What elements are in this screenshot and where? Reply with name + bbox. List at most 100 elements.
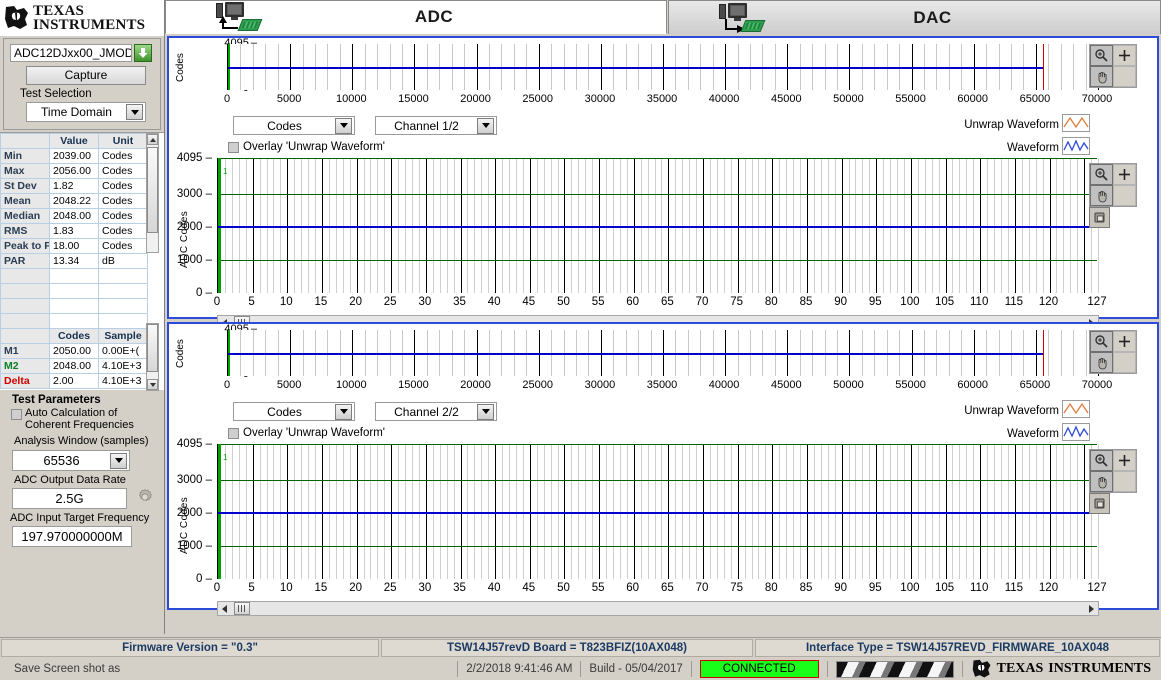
x-tick-label: 25	[383, 582, 397, 594]
unit-combo-value: Codes	[267, 404, 302, 419]
x-tick-label: 45000	[771, 379, 802, 391]
overlay-unwrap-checkbox[interactable]	[228, 142, 239, 153]
marker-scrollbar[interactable]	[146, 323, 159, 391]
plus-icon[interactable]	[1113, 164, 1136, 185]
y-tick-label: 4095 –	[176, 152, 212, 164]
x-tick-label: 20	[349, 582, 362, 594]
chevron-down-icon[interactable]	[335, 117, 352, 134]
left-control-column: TEXAS INSTRUMENTS ADC12DJxx00_JMODE Capt…	[0, 0, 165, 634]
x-tick-label: 70	[695, 296, 709, 308]
pan-hand-icon[interactable]	[1090, 66, 1113, 87]
waveform-plot-area[interactable]: 1	[217, 444, 1099, 579]
fit-window-icon[interactable]	[1089, 493, 1110, 514]
chevron-down-icon[interactable]	[477, 403, 494, 420]
plot-zoom-toolbar[interactable]	[1089, 330, 1137, 374]
plus-icon[interactable]	[1113, 45, 1136, 66]
input-frequency-label: ADC Input Target Frequency	[10, 512, 150, 524]
ti-brand-line2: INSTRUMENTS	[1048, 661, 1151, 676]
fit-window-icon[interactable]	[1089, 207, 1110, 228]
legend-swatch-waveform[interactable]	[1062, 423, 1090, 441]
tab-dac[interactable]: DAC	[668, 0, 1161, 34]
ti-logo: TEXAS INSTRUMENTS	[0, 0, 164, 36]
unit-combo[interactable]: Codes	[233, 116, 355, 135]
cursor-red[interactable]	[1042, 44, 1044, 90]
x-tick-label: 15000	[398, 379, 429, 391]
device-select-field[interactable]: ADC12DJxx00_JMODE	[10, 44, 132, 62]
overview-plot-area[interactable]	[227, 330, 1099, 376]
y-tick-label: 3000 –	[176, 188, 212, 201]
legend-swatch-unwrap[interactable]	[1062, 114, 1090, 132]
cursor-red[interactable]	[1042, 330, 1044, 376]
plot-zoom-toolbar[interactable]	[1089, 163, 1137, 207]
legend-swatch-unwrap[interactable]	[1062, 400, 1090, 418]
x-tick-label: 100	[900, 582, 920, 594]
pan-hand-icon[interactable]	[1090, 185, 1113, 206]
ti-brand-line1: TEXAS	[996, 661, 1044, 676]
zoom-icon[interactable]	[1090, 331, 1113, 352]
plus-icon[interactable]	[1113, 331, 1136, 352]
capture-button[interactable]: Capture	[26, 66, 146, 85]
overlay-unwrap-checkbox[interactable]	[228, 428, 239, 439]
marker-sample: 4.10E+3	[98, 373, 148, 389]
output-rate-value: 2.5G	[55, 491, 84, 506]
marker-scrollbar-thumb[interactable]	[147, 324, 158, 372]
pan-hand-icon[interactable]	[1090, 471, 1113, 492]
tab-adc[interactable]: ADC	[165, 0, 667, 34]
stat-unit: Codes	[98, 223, 148, 239]
x-tick-label: 10	[279, 582, 293, 594]
stat-value: 2048.00	[49, 208, 99, 224]
chevron-down-icon[interactable]	[477, 117, 494, 134]
x-tick-label: 90	[834, 582, 847, 594]
legend-swatch-waveform[interactable]	[1062, 137, 1090, 155]
waveform-horizontal-scrollbar[interactable]	[217, 601, 1099, 616]
x-tick-label: 105	[935, 296, 955, 308]
pan-hand-icon[interactable]	[1090, 352, 1113, 373]
analysis-window-combo[interactable]: 65536	[12, 450, 130, 471]
scroll-left-button[interactable]	[218, 602, 231, 615]
plus-icon[interactable]	[1113, 450, 1136, 471]
scroll-down-button[interactable]	[147, 379, 158, 390]
plot-zoom-toolbar[interactable]	[1089, 449, 1137, 493]
x-tick-label: 60000	[957, 93, 988, 105]
test-selection-combo[interactable]: Time Domain	[26, 102, 146, 122]
input-frequency-field[interactable]: 197.970000000M	[12, 526, 132, 547]
x-tick-label: 90	[834, 296, 847, 308]
waveform-trace	[228, 353, 1043, 355]
zoom-icon[interactable]	[1090, 164, 1113, 185]
chevron-down-icon[interactable]	[110, 452, 127, 469]
scrollbar-thumb[interactable]	[234, 602, 250, 615]
scroll-right-button[interactable]	[1085, 602, 1098, 615]
chevron-down-icon[interactable]	[126, 104, 143, 120]
device-control-box: ADC12DJxx00_JMODE Capture Test Selection…	[3, 38, 161, 130]
table-row	[0, 283, 148, 299]
channel-combo[interactable]: Channel 2/2	[375, 402, 497, 421]
marker-sample: 4.10E+3	[98, 358, 148, 374]
zoom-icon[interactable]	[1090, 450, 1113, 471]
scrollbar-thumb[interactable]	[147, 147, 158, 233]
unit-combo[interactable]: Codes	[233, 402, 355, 421]
table-row: Mean 2048.22 Codes	[0, 193, 148, 209]
x-tick-label: 50000	[833, 93, 864, 105]
gear-icon[interactable]	[136, 488, 154, 506]
waveform-plot-area[interactable]: 1	[217, 158, 1099, 293]
overview-plot-area[interactable]	[227, 44, 1099, 90]
stat-label: Peak to P	[0, 238, 50, 254]
auto-calculation-checkbox[interactable]	[11, 409, 22, 420]
scroll-up-button[interactable]	[147, 134, 158, 145]
x-tick-label: 100	[900, 296, 920, 308]
save-screenshot-label[interactable]: Save Screen shot as	[14, 663, 120, 675]
channel-combo-value: Channel 2/2	[394, 404, 459, 419]
statistics-scrollbar[interactable]	[146, 133, 159, 253]
channel-combo[interactable]: Channel 1/2	[375, 116, 497, 135]
output-rate-field[interactable]: 2.5G	[12, 488, 127, 509]
green-down-arrow-icon[interactable]	[134, 44, 152, 62]
firmware-version-status: Firmware Version = "0.3"	[1, 639, 379, 657]
plot-zoom-toolbar[interactable]	[1089, 44, 1137, 88]
chevron-down-icon[interactable]	[335, 403, 352, 420]
x-tick-label: 115	[1004, 582, 1024, 594]
stats-header-unit: Unit	[98, 133, 148, 149]
test-parameters-section: Test Parameters Auto Calculation of Cohe…	[0, 394, 164, 564]
separator	[690, 661, 692, 677]
zoom-icon[interactable]	[1090, 45, 1113, 66]
x-tick-label: 30	[418, 296, 432, 308]
